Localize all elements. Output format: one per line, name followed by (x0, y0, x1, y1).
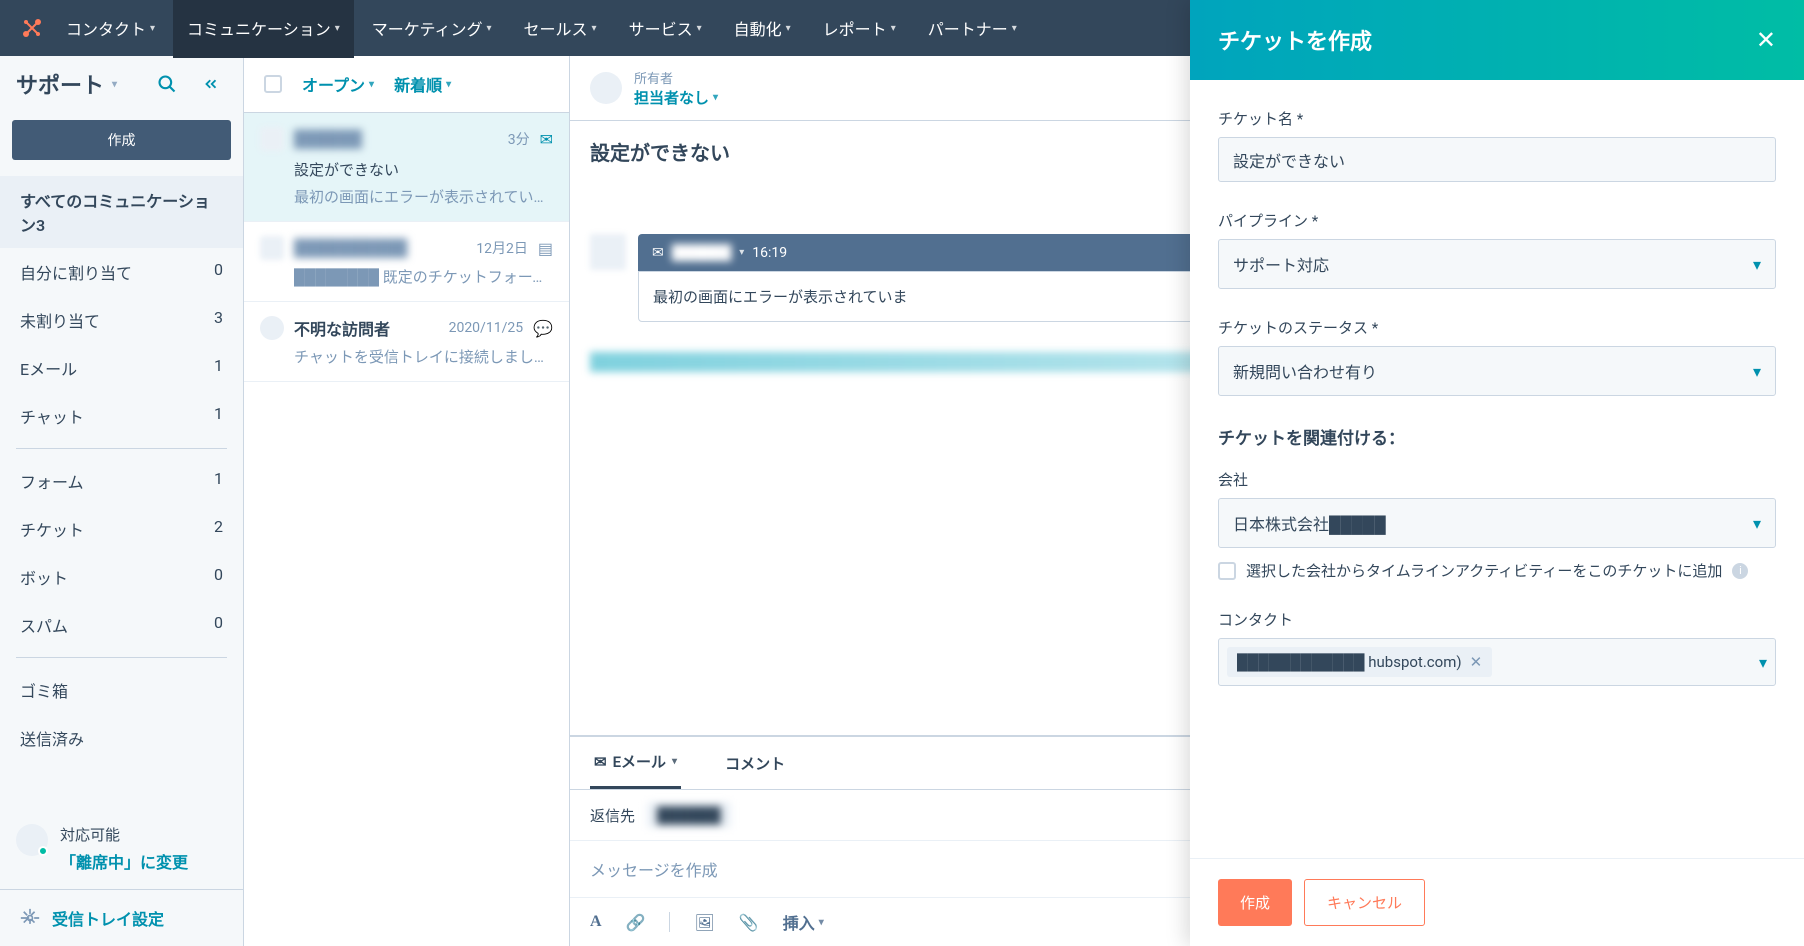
font-icon[interactable]: A (590, 913, 602, 931)
caret-down-icon: ▾ (150, 23, 155, 34)
ticket-name-label: チケット名 * (1218, 108, 1776, 129)
company-timeline-label: 選択した会社からタイムラインアクティビティーをこのチケットに追加 (1246, 560, 1722, 581)
sender-avatar (590, 234, 626, 270)
conversation-list: オープン▾ 新着順▾ ██████ 3分 ✉ 設定ができない 最初の画面にエラー… (244, 56, 570, 946)
folder-email[interactable]: Eメール1 (0, 344, 243, 392)
nav-marketing[interactable]: マーケティング▾ (358, 0, 506, 58)
caret-down-icon: ▾ (1759, 653, 1767, 672)
contact-avatar (260, 236, 284, 260)
caret-down-icon: ▾ (1753, 255, 1761, 274)
attachment-icon[interactable]: 📎 (739, 913, 759, 932)
folder-chat[interactable]: チャット1 (0, 392, 243, 440)
remove-tag-icon[interactable]: ✕ (1470, 653, 1483, 671)
comment-tab[interactable]: コメント (721, 737, 789, 789)
search-icon[interactable] (151, 68, 183, 100)
contact-avatar (260, 316, 284, 340)
info-icon[interactable]: i (1732, 563, 1748, 579)
caret-down-icon: ▾ (487, 23, 492, 34)
image-icon[interactable]: 🖼 (694, 913, 714, 932)
collapse-icon[interactable] (195, 68, 227, 100)
folder-all[interactable]: すべてのコミュニケーション3 (0, 176, 243, 248)
status-label: チケットのステータス * (1218, 317, 1776, 338)
nav-communications[interactable]: コミュニケーション▾ (173, 0, 354, 58)
status-change-link[interactable]: 「離席中」に変更 (60, 849, 188, 873)
caret-down-icon: ▾ (786, 23, 791, 34)
caret-down-icon: ▾ (1012, 23, 1017, 34)
cancel-button[interactable]: キャンセル (1304, 879, 1425, 926)
inbox-selector[interactable]: サポート▾ (16, 68, 139, 100)
folder-unassigned[interactable]: 未割り当て3 (0, 296, 243, 344)
mail-icon: ✉ (540, 130, 553, 149)
caret-down-icon: ▾ (891, 23, 896, 34)
reply-to-chip[interactable]: ██████ (647, 802, 731, 828)
email-tab[interactable]: ✉Eメール▾ (590, 737, 681, 789)
nav-reports[interactable]: レポート▾ (809, 0, 910, 58)
owner-selector[interactable]: 担当者なし▾ (634, 87, 718, 108)
gear-icon (20, 908, 40, 928)
mail-icon: ✉ (594, 753, 607, 771)
folder-bot[interactable]: ボット0 (0, 553, 243, 601)
conversation-item[interactable]: 不明な訪問者 2020/11/25 💬 チャットを受信トレイに接続しました。 今… (244, 302, 569, 382)
folder-assigned[interactable]: 自分に割り当て0 (0, 248, 243, 296)
owner-label: 所有者 (634, 68, 718, 87)
select-all-checkbox[interactable] (264, 75, 282, 93)
pipeline-label: パイプライン * (1218, 210, 1776, 231)
status-available: 対応可能 (60, 824, 188, 845)
insert-button[interactable]: 挿入▾ (783, 910, 824, 934)
nav-sales[interactable]: セールス▾ (510, 0, 611, 58)
contact-tag: ████████████ hubspot.com) ✕ (1227, 647, 1492, 677)
pipeline-select[interactable]: サポート対応▾ (1218, 239, 1776, 289)
status-select[interactable]: 新規問い合わせ有り▾ (1218, 346, 1776, 396)
caret-down-icon: ▾ (1753, 514, 1761, 533)
folder-trash[interactable]: ゴミ箱 (0, 666, 243, 714)
nav-contacts[interactable]: コンタクト▾ (52, 0, 169, 58)
mail-icon: ✉ (652, 245, 664, 261)
inbox-settings-link[interactable]: 受信トレイ設定 (0, 889, 243, 946)
hubspot-logo[interactable] (16, 12, 48, 44)
conversation-item[interactable]: ██████ 3分 ✉ 設定ができない 最初の画面にエラーが表示されてい… (244, 113, 569, 222)
folder-ticket[interactable]: チケット2 (0, 505, 243, 553)
nav-automation[interactable]: 自動化▾ (720, 0, 805, 58)
nav-service[interactable]: サービス▾ (615, 0, 716, 58)
folder-sent[interactable]: 送信済み (0, 714, 243, 762)
owner-avatar (590, 72, 622, 104)
contact-label: コンタクト (1218, 609, 1776, 630)
availability-status: 対応可能 「離席中」に変更 (0, 808, 243, 889)
sidebar: サポート▾ 作成 すべてのコミュニケーション3 自分に割り当て0 未割り当て3 … (0, 56, 244, 946)
caret-down-icon: ▾ (697, 23, 702, 34)
close-icon[interactable]: ✕ (1756, 26, 1776, 54)
caret-down-icon: ▾ (335, 23, 340, 34)
create-button[interactable]: 作成 (12, 120, 231, 160)
sort-filter[interactable]: 新着順▾ (394, 72, 451, 96)
panel-title: チケットを作成 (1218, 24, 1372, 56)
folder-form[interactable]: フォーム1 (0, 457, 243, 505)
caret-down-icon: ▾ (1753, 362, 1761, 381)
company-label: 会社 (1218, 469, 1776, 490)
associate-section-title: チケットを関連付ける： (1218, 424, 1776, 449)
company-timeline-checkbox[interactable] (1218, 562, 1236, 580)
create-ticket-button[interactable]: 作成 (1218, 879, 1292, 926)
contact-select[interactable]: ████████████ hubspot.com) ✕ ▾ (1218, 638, 1776, 686)
nav-partner[interactable]: パートナー▾ (914, 0, 1031, 58)
chat-icon: 💬 (533, 319, 553, 338)
caret-down-icon: ▾ (112, 79, 117, 90)
user-avatar (16, 824, 48, 856)
form-icon: ▤ (538, 239, 553, 258)
caret-down-icon: ▾ (592, 23, 597, 34)
status-filter[interactable]: オープン▾ (302, 72, 374, 96)
contact-avatar (260, 127, 284, 151)
link-icon[interactable]: 🔗 (626, 913, 646, 932)
folder-spam[interactable]: スパム0 (0, 601, 243, 649)
conversation-item[interactable]: ██████████ 12月2日 ▤ ████████ 既定のチケットフォーム … (244, 222, 569, 302)
create-ticket-panel: チケットを作成 ✕ チケット名 * パイプライン * サポート対応▾ チケットの… (1190, 0, 1804, 946)
reply-to-label: 返信先 (590, 805, 635, 826)
ticket-name-input[interactable] (1218, 137, 1776, 182)
company-select[interactable]: 日本株式会社█████▾ (1218, 498, 1776, 548)
